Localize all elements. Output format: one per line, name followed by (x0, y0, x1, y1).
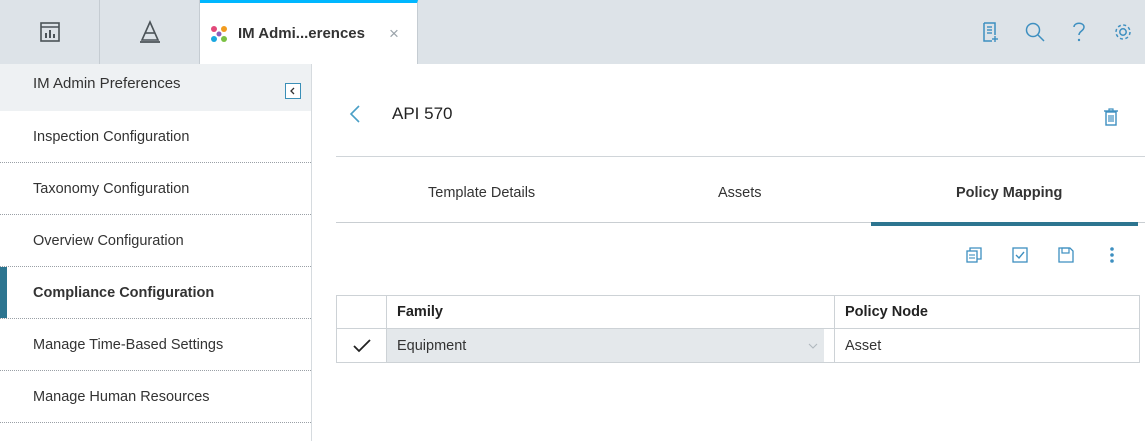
tab-label: Template Details (428, 185, 536, 201)
select-all-button[interactable] (997, 247, 1043, 263)
tab-template-details[interactable]: Template Details (428, 181, 535, 223)
more-options-button[interactable] (1089, 246, 1135, 264)
active-tab-indicator (871, 222, 1138, 226)
top-right-tools (969, 0, 1145, 64)
trash-icon (1104, 108, 1118, 126)
family-value: Equipment (397, 337, 467, 354)
sidebar-header: IM Admin Preferences (0, 64, 311, 111)
hierarchy-button[interactable] (100, 0, 200, 64)
hierarchy-icon (139, 20, 160, 43)
header-divider (336, 156, 1145, 157)
grid-header-check (337, 296, 387, 328)
checkmark-icon (352, 338, 371, 352)
notes-icon (983, 22, 998, 42)
top-bar: IM Admi...erences × (0, 0, 1145, 64)
grid-toolbar (951, 246, 1135, 264)
tab-bar: Template Details Assets Policy Mapping (336, 181, 1145, 226)
notes-button[interactable] (969, 12, 1013, 52)
main-panel: API 570 Template Details Assets Policy M… (313, 64, 1145, 441)
save-icon (1058, 247, 1074, 263)
policy-node-cell: Asset (845, 337, 882, 354)
sidebar-item-manage-human-resources[interactable]: Manage Human Resources (0, 371, 311, 423)
delete-button[interactable] (1103, 108, 1119, 131)
chevron-down-icon (808, 343, 818, 349)
sidebar-item-taxonomy-configuration[interactable]: Taxonomy Configuration (0, 163, 311, 215)
table-row[interactable]: Equipment Asset (337, 329, 1139, 362)
sidebar-item-compliance-configuration[interactable]: Compliance Configuration (0, 267, 311, 319)
sidebar-item-label: Inspection Configuration (33, 128, 190, 145)
tab-policy-mapping[interactable]: Policy Mapping (956, 181, 1062, 223)
help-icon (1073, 22, 1085, 42)
save-button[interactable] (1043, 247, 1089, 263)
collapse-sidebar-button[interactable] (285, 83, 301, 99)
tab-assets[interactable]: Assets (718, 181, 762, 223)
sidebar-item-label: Taxonomy Configuration (33, 180, 190, 197)
chevron-left-icon (290, 87, 295, 95)
more-vertical-icon (1110, 247, 1114, 263)
search-button[interactable] (1013, 12, 1057, 52)
search-icon (1025, 22, 1045, 42)
tab-label: Policy Mapping (956, 185, 1063, 201)
checkbox-icon (1012, 247, 1028, 263)
chevron-left-icon (349, 105, 360, 123)
family-cell[interactable]: Equipment (387, 329, 835, 362)
column-header-policy-node[interactable]: Policy Node (835, 296, 1139, 328)
policy-mapping-grid: Family Policy Node Equipment Asset (336, 295, 1140, 363)
column-header-family[interactable]: Family (387, 296, 835, 328)
dashboard-button[interactable] (0, 0, 100, 64)
tab-label: Assets (718, 185, 762, 201)
preferences-icon (211, 25, 227, 42)
tab-title: IM Admi...erences (238, 25, 365, 42)
copy-icon (966, 247, 982, 263)
row-select-check[interactable] (337, 329, 387, 362)
tab-im-admin-preferences[interactable]: IM Admi...erences × (200, 0, 418, 64)
sidebar-title: IM Admin Preferences (33, 75, 181, 92)
close-icon[interactable]: × (389, 24, 399, 44)
sidebar-item-label: Overview Configuration (33, 232, 184, 249)
help-button[interactable] (1057, 12, 1101, 52)
sidebar-item-overview-configuration[interactable]: Overview Configuration (0, 215, 311, 267)
sidebar-item-label: Manage Human Resources (33, 388, 210, 405)
copy-button[interactable] (951, 247, 997, 263)
settings-icon (1115, 24, 1131, 40)
sidebar: IM Admin Preferences Inspection Configur… (0, 64, 312, 441)
back-button[interactable] (349, 104, 361, 130)
sidebar-item-manage-time-based-settings[interactable]: Manage Time-Based Settings (0, 319, 311, 371)
sidebar-item-label: Compliance Configuration (33, 284, 215, 301)
sidebar-item-label: Manage Time-Based Settings (33, 336, 224, 353)
grid-header-row: Family Policy Node (337, 296, 1139, 329)
sidebar-item-inspection-configuration[interactable]: Inspection Configuration (0, 111, 311, 163)
dashboard-icon (39, 22, 60, 42)
page-title: API 570 (392, 104, 453, 123)
family-select[interactable]: Equipment (387, 329, 824, 362)
settings-button[interactable] (1101, 12, 1145, 52)
